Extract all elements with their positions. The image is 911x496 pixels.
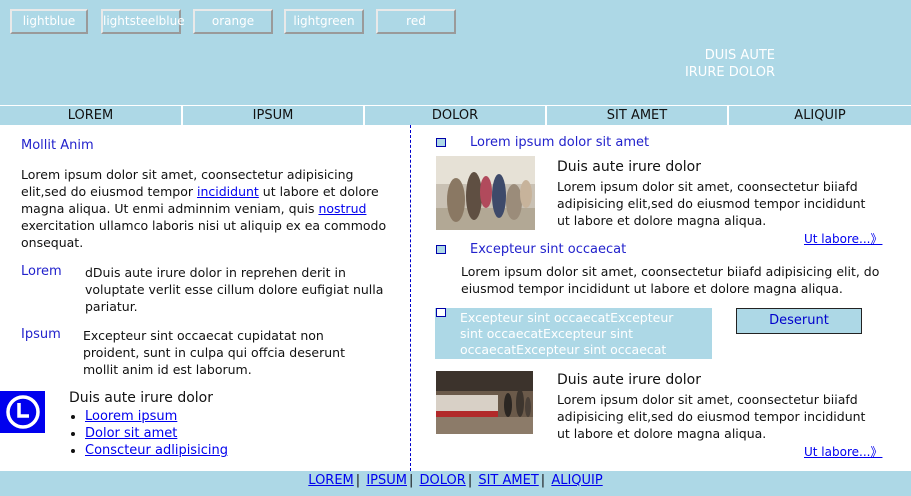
- article1-more-link[interactable]: Ut labore...》: [804, 230, 882, 247]
- clock-icon-box: [0, 391, 45, 433]
- item-title-lorem-ipsum: Lorem ipsum dolor sit amet: [470, 135, 650, 150]
- color-button-lightsteelblue[interactable]: lightsteelblue: [101, 9, 185, 34]
- incididunt-link[interactable]: incididunt: [197, 184, 259, 199]
- list-item: Dolor sit amet: [85, 425, 228, 442]
- article2-heading: Duis aute irure dolor: [557, 372, 701, 388]
- column-divider: [410, 125, 411, 471]
- square-bullet-icon: [436, 245, 446, 254]
- definition-term-ipsum: Ipsum: [21, 327, 61, 342]
- color-button-orange[interactable]: orange: [193, 9, 273, 34]
- intro-paragraph: Lorem ipsum dolor sit amet, coonsectetur…: [21, 166, 391, 251]
- crowd-photo-thumbnail: [436, 156, 535, 230]
- footer-separator: |: [355, 473, 361, 488]
- article1-heading: Duis aute irure dolor: [557, 159, 701, 175]
- section-title: Mollit Anim: [21, 138, 94, 153]
- highlight-box: Excepteur sint occaecatExcepteur sint oc…: [435, 308, 712, 359]
- nav-item-aliquip[interactable]: ALIQUIP: [729, 106, 911, 125]
- left-column: Mollit Anim Lorem ipsum dolor sit amet, …: [0, 125, 410, 471]
- footer-nav: LOREM | IPSUM | DOLOR | SIT AMET | ALIQUIP: [0, 471, 911, 496]
- footer-separator: |: [408, 473, 414, 488]
- list-item: Conscteur adlipisicing: [85, 442, 228, 459]
- nav-item-ipsum[interactable]: IPSUM: [183, 106, 363, 125]
- square-bullet-icon: [436, 308, 446, 317]
- footer-link-ipsum[interactable]: IPSUM: [366, 473, 407, 488]
- header-title-line2: IRURE DOLOR: [684, 65, 775, 80]
- subway-photo-thumbnail: [436, 371, 533, 434]
- item-title-excepteur: Excepteur sint occaecat: [470, 242, 627, 257]
- color-button-lightblue[interactable]: lightblue: [10, 9, 88, 34]
- clock-icon: [5, 395, 40, 429]
- list-heading: Duis aute irure dolor: [69, 390, 213, 406]
- list-item: Loorem ipsum: [85, 408, 228, 425]
- nav-item-sit-amet[interactable]: SIT AMET: [547, 106, 727, 125]
- footer-link-dolor[interactable]: DOLOR: [420, 473, 466, 488]
- definition-desc-lorem: dDuis aute irure dolor in reprehen derit…: [85, 265, 384, 314]
- list-link-dolor-sit-amet[interactable]: Dolor sit amet: [85, 426, 177, 441]
- color-button-red[interactable]: red: [376, 9, 456, 34]
- nav-item-lorem[interactable]: LOREM: [0, 106, 181, 125]
- color-button-lightgreen[interactable]: lightgreen: [284, 9, 364, 34]
- footer-link-aliquip[interactable]: ALIQUIP: [551, 473, 602, 488]
- intro-text-3: exercitation ullamco laboris nisi ut ali…: [21, 218, 387, 250]
- definition-desc-ipsum: Excepteur sint occaecat cupidatat non pr…: [83, 328, 346, 377]
- footer-separator: |: [467, 473, 473, 488]
- main-nav: LOREM IPSUM DOLOR SIT AMET ALIQUIP: [0, 105, 911, 125]
- nostrud-link[interactable]: nostrud: [318, 201, 366, 216]
- header-title: DUIS AUTE IRURE DOLOR: [640, 47, 775, 81]
- header-title-line1: DUIS AUTE: [704, 48, 775, 63]
- list-link-conscteur[interactable]: Conscteur adlipisicing: [85, 443, 228, 458]
- deserunt-button[interactable]: Deserunt: [736, 308, 862, 334]
- list-link-loorem-ipsum[interactable]: Loorem ipsum: [85, 409, 177, 424]
- header: lightblue lightsteelblue orange lightgre…: [0, 0, 911, 106]
- footer-link-sit-amet[interactable]: SIT AMET: [478, 473, 538, 488]
- article2-more-link[interactable]: Ut labore...》: [804, 443, 882, 460]
- definition-term-lorem: Lorem: [21, 264, 62, 279]
- footer-link-lorem[interactable]: LOREM: [308, 473, 353, 488]
- link-list: Loorem ipsum Dolor sit amet Conscteur ad…: [67, 408, 228, 459]
- article2-text: Lorem ipsum dolor sit amet, coonsectetur…: [557, 392, 866, 441]
- footer-separator: |: [540, 473, 546, 488]
- item2-text: Lorem ipsum dolor sit amet, coonsectetur…: [461, 264, 880, 296]
- nav-item-dolor[interactable]: DOLOR: [365, 106, 545, 125]
- square-bullet-icon: [436, 138, 446, 147]
- article1-text: Lorem ipsum dolor sit amet, coonsectetur…: [557, 179, 866, 228]
